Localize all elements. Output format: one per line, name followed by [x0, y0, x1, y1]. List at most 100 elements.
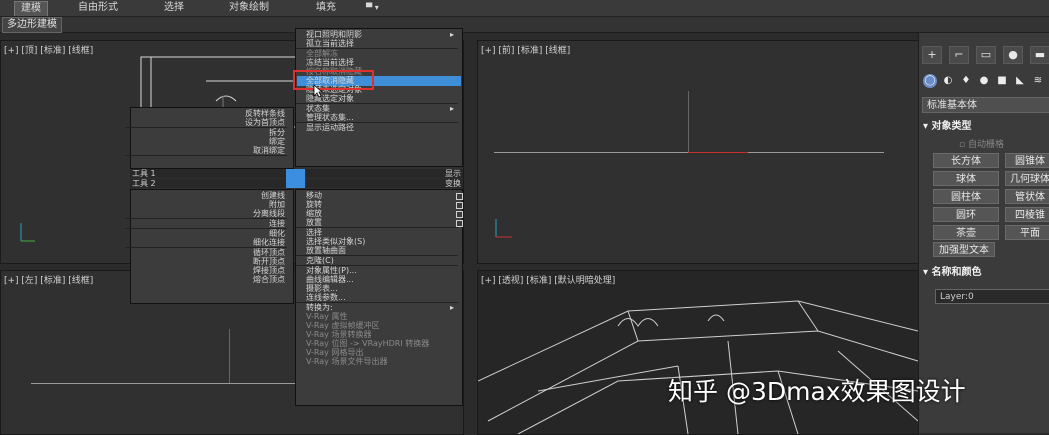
- primitive-button[interactable]: 加强型文本: [933, 242, 995, 257]
- quad-menu-item[interactable]: 显示运动路径: [306, 123, 456, 132]
- create-tab-icon[interactable]: +: [922, 46, 942, 64]
- primitive-button[interactable]: 圆锥体: [1005, 153, 1049, 168]
- settings-box-icon[interactable]: [456, 211, 463, 218]
- category-dropdown[interactable]: 标准基本体: [922, 97, 1049, 113]
- name-color-rollout[interactable]: ▾ 名称和颜色: [923, 266, 982, 280]
- ribbon-tab-modeling[interactable]: 建模: [14, 1, 48, 16]
- quad-menu-item[interactable]: 拆分: [135, 128, 285, 137]
- viewport-front-label[interactable]: [+] [前] [标准] [线框]: [481, 43, 570, 56]
- primitive-button[interactable]: 球体: [933, 171, 999, 186]
- viewport-front[interactable]: [+] [前] [标准] [线框]: [477, 40, 919, 264]
- quad-menu-item[interactable]: 反转样条线: [135, 109, 285, 118]
- quad-menu-item[interactable]: 绑定: [135, 137, 285, 146]
- quad-menu-item[interactable]: 循环顶点: [135, 248, 285, 257]
- viewport-perspective[interactable]: [+] [透视] [标准] [默认明暗处理]: [477, 270, 919, 435]
- quad-menu-item[interactable]: 曲线编辑器...: [306, 275, 456, 284]
- quad-menu-item[interactable]: 对象属性(P)...: [306, 266, 456, 275]
- object-name-input[interactable]: Layer:0: [935, 289, 1049, 304]
- motion-tab-icon[interactable]: ●: [1003, 46, 1023, 64]
- settings-box-icon[interactable]: [456, 193, 463, 200]
- callout-box: [293, 70, 374, 90]
- quad-menu-item[interactable]: 克隆(C): [306, 256, 456, 265]
- quad-menu-item[interactable]: 细化: [135, 229, 285, 238]
- quad-header-display-label: 显示: [445, 169, 461, 178]
- primitive-button[interactable]: 平面: [1005, 225, 1049, 240]
- settings-box-icon[interactable]: [456, 202, 463, 209]
- quad-menu-item[interactable]: 放置: [306, 218, 456, 227]
- quad-menu-item[interactable]: 缩放: [306, 209, 456, 218]
- quad-menu-item[interactable]: 取消绑定: [135, 146, 285, 155]
- quad-menu-item[interactable]: 设为首顶点: [135, 118, 285, 127]
- quad-menu-item[interactable]: 管理状态集...: [306, 113, 456, 122]
- quad-menu-item[interactable]: 熔合顶点: [135, 275, 285, 284]
- floorplan-perspective-wireframe: [478, 300, 918, 434]
- quad-menu-item[interactable]: 附加: [135, 200, 285, 209]
- ribbon-tab-bar: 建模 自由形式 选择 对象绘制 填充 ▀ ▾: [0, 0, 1049, 17]
- quad-menu-item[interactable]: 选择类似对象(S): [306, 237, 456, 246]
- quad-header-tools1-label: 工具 1: [132, 169, 156, 178]
- geometry-icon[interactable]: ◯: [923, 74, 937, 88]
- quad-menu-item[interactable]: 连接: [135, 219, 285, 228]
- quad-header-transform-label: 变换: [445, 179, 461, 188]
- systems-icon[interactable]: ≋: [1031, 74, 1045, 88]
- primitive-button[interactable]: 长方体: [933, 153, 999, 168]
- quad-menu-item[interactable]: 放置轴曲面: [306, 246, 456, 255]
- submenu-arrow-icon: ▸: [450, 303, 455, 312]
- z-axis-left: [229, 329, 230, 383]
- quad-menu-item[interactable]: 创建线: [135, 191, 285, 200]
- object-type-title: 对象类型: [931, 121, 972, 132]
- primitive-button[interactable]: 茶壶: [933, 225, 999, 240]
- quad-menu-item[interactable]: 摄影表...: [306, 284, 456, 293]
- quad-menu-item[interactable]: 选择: [306, 228, 456, 237]
- primitive-button[interactable]: 管状体: [1005, 189, 1049, 204]
- ribbon-subbar: 多边形建模: [0, 17, 1049, 33]
- hierarchy-tab-icon[interactable]: ▭: [976, 46, 996, 64]
- primitive-button[interactable]: 四棱锥: [1005, 207, 1049, 222]
- object-type-rollout[interactable]: ▾ 对象类型: [923, 120, 972, 134]
- primitive-button[interactable]: 圆环: [933, 207, 999, 222]
- polygon-modeling-button[interactable]: 多边形建模: [2, 17, 62, 33]
- ribbon-options-icon[interactable]: ▀ ▾: [360, 1, 385, 15]
- settings-box-icon[interactable]: [456, 220, 463, 227]
- quad-header-tools2: 工具 2: [130, 179, 294, 188]
- quad-menu-item[interactable]: 视口照明和阴影: [306, 30, 456, 39]
- submenu-arrow-icon: ▸: [450, 30, 455, 39]
- quad-menu-item[interactable]: V-Ray 位图 -> VRayHDRI 转换器: [306, 339, 456, 348]
- quad-header-tools1: 工具 1: [130, 169, 294, 178]
- primitive-button[interactable]: 几何球体: [1005, 171, 1049, 186]
- quad-menu-item[interactable]: 转换为:: [306, 303, 456, 312]
- quad-menu-item[interactable]: V-Ray 虚拟帧缓冲区: [306, 321, 456, 330]
- spacewarps-icon[interactable]: ◣: [1013, 74, 1027, 88]
- quad-menu-item[interactable]: 隐藏选定对象: [306, 94, 456, 103]
- quad-menu-item[interactable]: 断开顶点: [135, 257, 285, 266]
- ribbon-tab-object-paint[interactable]: 对象绘制: [223, 1, 275, 15]
- quad-menu-item[interactable]: 移动: [306, 191, 456, 200]
- modify-tab-icon[interactable]: ⌐: [949, 46, 969, 64]
- cameras-icon[interactable]: ●: [977, 74, 991, 88]
- quad-menu-item[interactable]: V-Ray 属性: [306, 312, 456, 321]
- quad-menu-item[interactable]: 孤立当前选择: [306, 39, 456, 48]
- quad-menu-item[interactable]: 旋转: [306, 200, 456, 209]
- z-axis: [688, 91, 689, 152]
- helpers-icon[interactable]: ■: [995, 74, 1009, 88]
- quad-menu-item[interactable]: 细化连接: [135, 238, 285, 247]
- lights-icon[interactable]: ♦: [959, 74, 973, 88]
- shapes-icon[interactable]: ◐: [941, 74, 955, 88]
- quad-menu-item[interactable]: V-Ray 场景文件导出器: [306, 357, 456, 366]
- quad-menu-item[interactable]: 全部解冻: [306, 49, 456, 58]
- viewport-left-label[interactable]: [+] [左] [标准] [线框]: [4, 273, 93, 286]
- display-tab-icon[interactable]: ▬: [1030, 46, 1049, 64]
- quad-menu-item[interactable]: V-Ray 场景转换器: [306, 330, 456, 339]
- quad-menu-item[interactable]: 冻结当前选择: [306, 58, 456, 67]
- primitive-button[interactable]: 圆柱体: [933, 189, 999, 204]
- autogrid-checkbox[interactable]: ▫ 自动栅格: [959, 137, 1004, 150]
- quad-menu-item[interactable]: 焊接顶点: [135, 266, 285, 275]
- ribbon-tab-selection[interactable]: 选择: [158, 1, 190, 15]
- quad-menu-item[interactable]: 连线参数...: [306, 293, 456, 302]
- name-color-title: 名称和颜色: [931, 267, 982, 278]
- ribbon-tab-populate[interactable]: 填充: [310, 1, 342, 15]
- quad-menu-item[interactable]: 状态集: [306, 104, 456, 113]
- quad-menu-item[interactable]: V-Ray 网格导出: [306, 348, 456, 357]
- quad-menu-item[interactable]: 分离线段: [135, 209, 285, 218]
- ribbon-tab-freeform[interactable]: 自由形式: [72, 1, 124, 15]
